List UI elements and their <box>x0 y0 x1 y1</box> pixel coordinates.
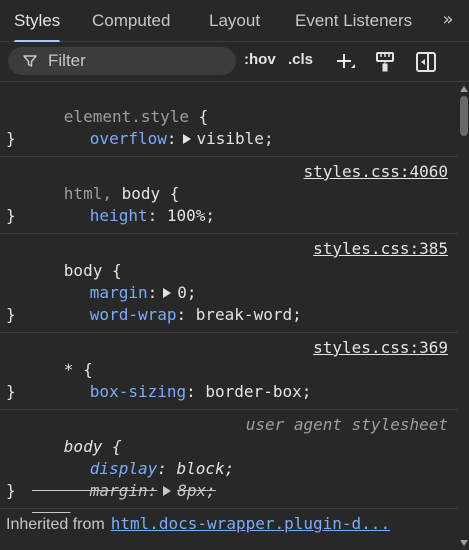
inherited-element-link[interactable]: html.docs-wrapper.plugin-d... <box>111 514 390 533</box>
expand-triangle-icon[interactable] <box>163 485 172 496</box>
selector-separator: , <box>102 184 122 203</box>
expand-triangle-icon[interactable] <box>163 287 172 298</box>
tab-computed-label: Computed <box>92 11 171 30</box>
semicolon: ; <box>263 129 274 148</box>
property-value[interactable]: 8px; <box>177 481 216 500</box>
colon: : <box>166 129 177 148</box>
property-name[interactable]: overflow <box>90 129 167 148</box>
tab-layout[interactable]: Layout <box>209 0 260 42</box>
source-link[interactable]: styles.css:369 <box>313 337 448 359</box>
add-rule-icon[interactable] <box>333 50 357 74</box>
property-name[interactable]: box-sizing <box>90 382 186 401</box>
selector[interactable]: * <box>64 360 74 379</box>
rule-universal: styles.css:369 * { box-sizing: border-bo… <box>0 333 458 410</box>
property-value[interactable]: 0; <box>177 283 196 302</box>
filter-icon <box>23 55 37 67</box>
property-name[interactable]: height <box>90 206 148 225</box>
rule-user-agent-body: user agent stylesheet body { display: bl… <box>0 410 458 509</box>
tab-event-listeners-label: Event Listeners <box>295 11 413 30</box>
colon: : <box>147 206 167 225</box>
selector-body[interactable]: body <box>122 184 161 203</box>
selector[interactable]: body <box>64 261 103 280</box>
paint-brush-icon[interactable] <box>373 50 397 74</box>
vertical-scrollbar[interactable] <box>458 82 469 550</box>
rule-element-style: element.style { overflow: visible; } <box>0 82 458 157</box>
rule-html-body: styles.css:4060 html, body { height: 100… <box>0 157 458 234</box>
scroll-up-icon[interactable] <box>460 86 468 92</box>
styles-toolbar: :hov .cls <box>0 42 469 82</box>
property-value[interactable]: break-word; <box>196 305 302 324</box>
colon: : <box>147 481 158 500</box>
tab-computed[interactable]: Computed <box>92 0 170 42</box>
rule-selector-line: element.style { <box>0 84 458 126</box>
property-name[interactable]: word-wrap <box>90 305 177 324</box>
selector[interactable]: element.style <box>64 107 189 126</box>
colon: : <box>186 382 206 401</box>
selector[interactable]: body <box>64 437 103 456</box>
scrollbar-thumb[interactable] <box>460 96 468 136</box>
user-agent-label: user agent stylesheet <box>245 415 448 434</box>
property-value[interactable]: visible <box>197 129 264 148</box>
selector-html[interactable]: html <box>64 184 103 203</box>
tab-styles-label: Styles <box>14 11 61 30</box>
panel-tab-bar: Styles Computed Layout Event Listeners » <box>0 0 469 43</box>
filter-box[interactable] <box>8 47 236 75</box>
property-name[interactable]: margin <box>90 283 148 302</box>
open-brace: { <box>73 360 93 379</box>
chevron-double-right-icon[interactable]: » <box>437 9 459 31</box>
property-name[interactable]: display <box>90 459 157 478</box>
scroll-down-icon[interactable] <box>460 540 468 546</box>
toggle-sidebar-icon[interactable] <box>414 50 438 74</box>
open-brace: { <box>160 184 180 203</box>
source-link[interactable]: styles.css:4060 <box>304 161 449 183</box>
tab-event-listeners[interactable]: Event Listeners <box>295 0 412 42</box>
open-brace: { <box>189 107 209 126</box>
styles-pane: element.style { overflow: visible; } styl… <box>0 82 458 550</box>
colon: : <box>147 283 158 302</box>
expand-triangle-icon[interactable] <box>182 133 191 144</box>
property-value[interactable]: block; <box>177 459 235 478</box>
open-brace: { <box>102 261 122 280</box>
filter-input[interactable] <box>48 51 218 71</box>
colon: : <box>176 305 196 324</box>
source-link[interactable]: styles.css:385 <box>313 238 448 260</box>
tab-styles[interactable]: Styles <box>14 0 61 43</box>
property-value[interactable]: 100%; <box>167 206 215 225</box>
hov-button[interactable]: :hov <box>244 51 276 68</box>
open-brace: { <box>102 437 122 456</box>
colon: : <box>157 459 177 478</box>
property-name[interactable]: margin <box>90 481 148 500</box>
tab-layout-label: Layout <box>209 11 261 30</box>
rule-body: styles.css:385 body { margin: 0; word-wra… <box>0 234 458 333</box>
cls-button[interactable]: .cls <box>288 51 313 68</box>
property-value[interactable]: border-box; <box>205 382 311 401</box>
